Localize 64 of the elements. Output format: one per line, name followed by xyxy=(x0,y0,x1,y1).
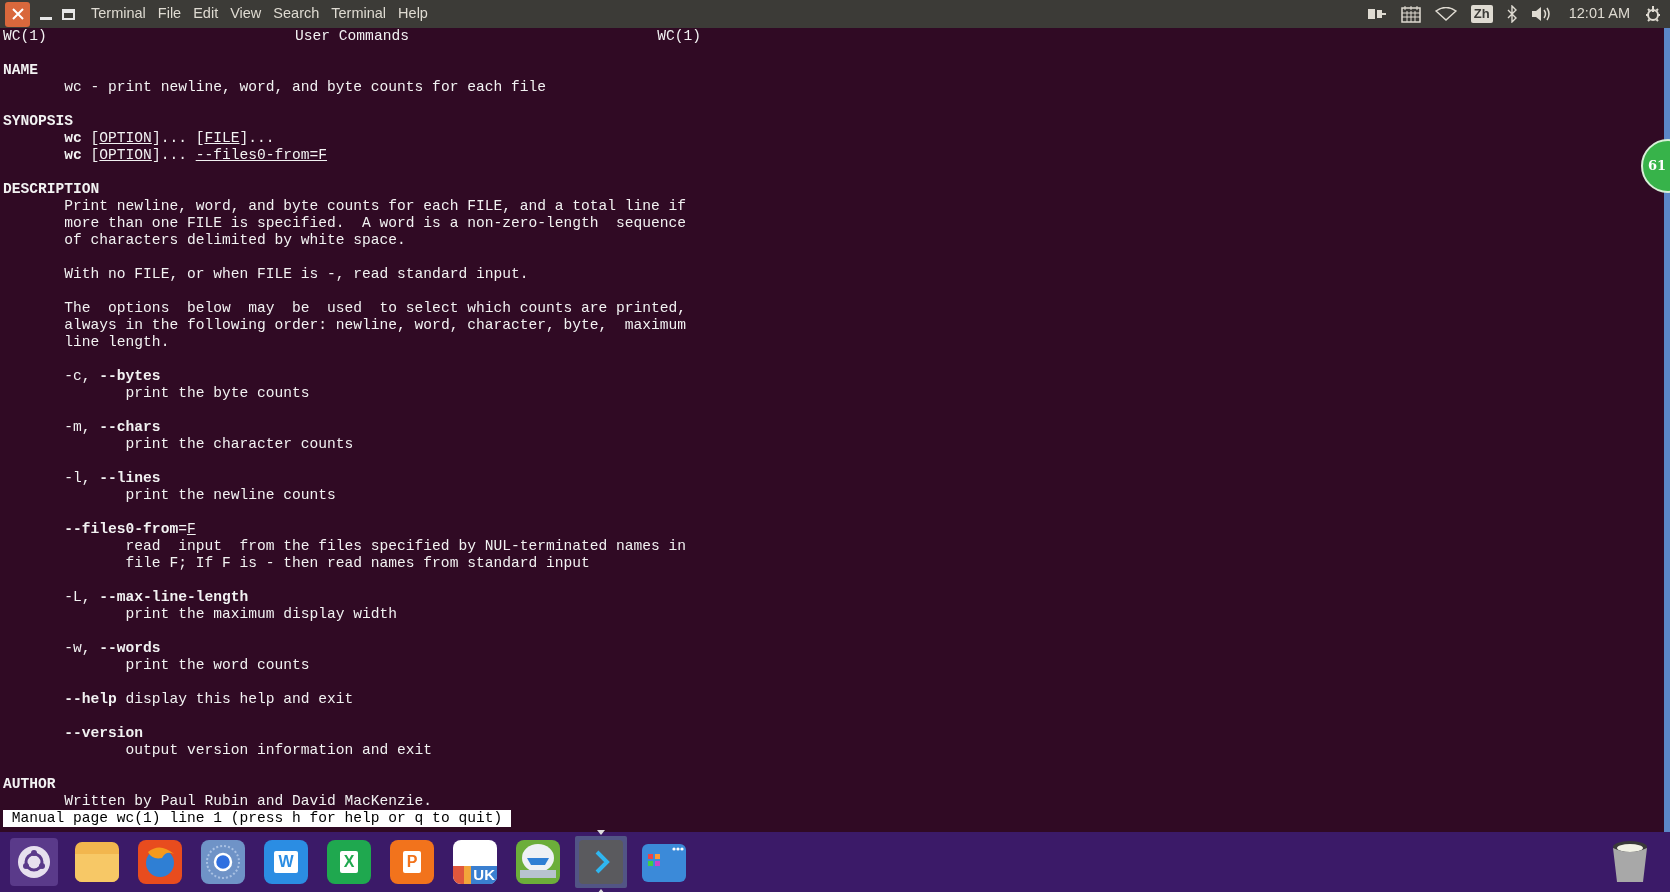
man-text-line: Print newline, word, and byte counts for each FILE, and a total line if xyxy=(64,198,687,214)
section-heading: NAME xyxy=(3,62,39,78)
clock[interactable]: 12:01 AM xyxy=(1568,3,1630,25)
menu-item[interactable]: Edit xyxy=(193,3,219,25)
input-method-indicator[interactable]: Zh xyxy=(1470,5,1493,23)
robot-icon xyxy=(514,838,562,886)
plug-icon[interactable] xyxy=(1366,6,1387,22)
man-text-line: line length. xyxy=(64,334,170,350)
chevron-icon xyxy=(577,838,625,886)
man-text-line: Written by Paul Rubin and David MacKenzie. xyxy=(64,793,433,809)
option-description: print the newline counts xyxy=(125,487,336,503)
option-line: --help display this help and exit xyxy=(64,691,354,707)
man-page-name: WC(1) xyxy=(657,28,701,45)
scrollbar[interactable] xyxy=(1664,28,1670,832)
running-indicator xyxy=(597,830,605,835)
option-description: file F; If F is - then read names from standard input xyxy=(125,555,590,571)
man-section-title: User Commands xyxy=(295,28,409,45)
app-letter: P xyxy=(402,851,422,873)
menu-item[interactable]: Terminal xyxy=(91,3,146,25)
man-text-line: wc [OPTION]... [FILE]... xyxy=(64,130,275,146)
volume-icon[interactable] xyxy=(1530,6,1553,22)
option-description: print the byte counts xyxy=(125,385,310,401)
option-name: --version xyxy=(64,725,144,741)
option-name: -l, --lines xyxy=(64,470,161,486)
launcher-item[interactable] xyxy=(8,836,60,888)
man-text-line: more than one FILE is specified. A word is a non-zero-length sequence xyxy=(64,215,687,231)
menu-item[interactable]: Search xyxy=(273,3,320,25)
man-text-line: wc - print newline, word, and byte counts for each file xyxy=(64,79,546,95)
man-text-line: With no FILE, or when FILE is -, read standard input. xyxy=(64,266,529,282)
globe-icon xyxy=(136,838,184,886)
section-heading: AUTHOR xyxy=(3,776,56,792)
menu-item[interactable]: Help xyxy=(398,3,428,25)
dash-button xyxy=(10,838,58,886)
man-text-line: always in the following order: newline, word, character, byte, maximum xyxy=(64,317,687,333)
option-description: print the word counts xyxy=(125,657,310,673)
option-name: -c, --bytes xyxy=(64,368,161,384)
man-text-line: wc [OPTION]... --files0-from=F xyxy=(64,147,328,163)
section-heading: DESCRIPTION xyxy=(3,181,100,197)
minimize-icon xyxy=(40,17,52,20)
bluetooth-icon[interactable] xyxy=(1506,5,1517,23)
option-name: -L, --max-line-length xyxy=(64,589,249,605)
option-name: -w, --words xyxy=(64,640,161,656)
man-text-line: of characters delimited by white space. xyxy=(64,232,406,248)
menu-item[interactable]: View xyxy=(230,3,262,25)
option-name: --files0-from=F xyxy=(64,521,196,537)
menu-item[interactable]: Terminal xyxy=(331,3,387,25)
option-description: print the character counts xyxy=(125,436,354,452)
calendar-icon[interactable] xyxy=(1400,5,1421,23)
gear-icon[interactable] xyxy=(1644,5,1662,23)
option-name: -m, --chars xyxy=(64,419,161,435)
option-description: output version information and exit xyxy=(125,742,433,758)
store-label: UK xyxy=(471,866,497,884)
close-icon xyxy=(11,8,24,20)
section-heading: SYNOPSIS xyxy=(3,113,74,129)
close-button[interactable] xyxy=(5,1,30,27)
option-description: read input from the files specified by NUL-terminated names in xyxy=(125,538,687,554)
man-page-name: WC(1) xyxy=(3,28,47,45)
menu-item[interactable]: File xyxy=(157,3,182,25)
app-letter: W xyxy=(274,851,298,873)
app-letter: X xyxy=(339,851,359,873)
wifi-icon[interactable] xyxy=(1434,7,1457,21)
maximize-icon xyxy=(61,8,75,20)
man-text-line: The options below may be used to select which counts are printed, xyxy=(64,300,687,316)
option-description: print the maximum display width xyxy=(125,606,398,622)
